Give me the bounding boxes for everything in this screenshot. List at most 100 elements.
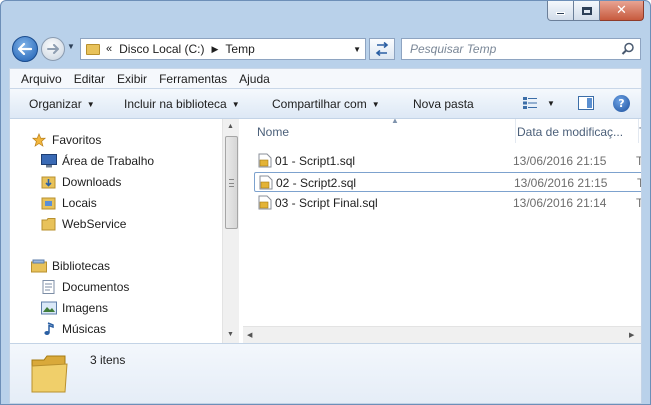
places-folder-icon — [41, 197, 56, 210]
share-with-button[interactable]: Compartilhar com ▼ — [272, 97, 380, 111]
view-dropdown-icon[interactable]: ▼ — [547, 99, 555, 108]
arrow-right-icon — [47, 44, 59, 54]
music-icon — [44, 322, 54, 335]
arrow-left-icon — [18, 43, 32, 55]
file-row-selected[interactable]: 02 - Script2.sql 13/06/2016 21:15 T — [254, 172, 641, 192]
refresh-button[interactable] — [369, 38, 395, 60]
address-bar[interactable]: « Disco Local (C:) ▶ Temp ▼ — [80, 38, 366, 60]
file-row[interactable]: 01 - Script1.sql 13/06/2016 21:15 T — [254, 151, 641, 171]
refresh-icon — [375, 42, 389, 56]
scroll-down-icon[interactable]: ▼ — [227, 331, 234, 338]
sidebar-item-label: Área de Trabalho — [62, 154, 155, 168]
new-folder-label: Nova pasta — [413, 97, 474, 111]
file-name: 01 - Script1.sql — [275, 154, 356, 168]
menu-ferramentas[interactable]: Ferramentas — [153, 72, 233, 86]
recent-pages-dropdown-icon[interactable]: ▼ — [67, 42, 75, 51]
sidebar-item-label: Músicas — [62, 322, 107, 336]
menu-bar: Arquivo Editar Exibir Ferramentas Ajuda — [9, 68, 642, 89]
folder-icon — [41, 218, 56, 231]
file-list-horizontal-scrollbar[interactable]: ◀ ▶ — [243, 326, 641, 343]
scroll-right-icon[interactable]: ▶ — [629, 331, 634, 339]
sidebar-libraries-label: Bibliotecas — [52, 259, 111, 273]
file-date: 13/06/2016 21:15 — [514, 176, 608, 190]
sidebar-libraries[interactable]: Bibliotecas — [31, 256, 110, 276]
navigation-scrollbar[interactable]: ▲ ▼ — [222, 119, 239, 343]
minimize-icon — [556, 12, 565, 15]
sort-ascending-icon: ▲ — [391, 119, 399, 125]
maximize-button[interactable] — [574, 1, 600, 21]
search-box[interactable] — [401, 38, 641, 60]
breadcrumb-separator-icon[interactable]: ▶ — [211, 44, 218, 55]
sidebar-item-imagens[interactable]: Imagens — [41, 298, 108, 318]
caption-buttons: ✕ — [547, 1, 644, 21]
navigation-pane: Favoritos Área de Trabalho Downloads Loc… — [10, 119, 222, 343]
include-label: Incluir na biblioteca — [124, 97, 227, 111]
sidebar-favorites[interactable]: Favoritos — [31, 130, 101, 150]
explorer-window: ✕ ▼ « Disco Local (C:) ▶ Temp ▼ Pesquisa… — [0, 0, 651, 405]
menu-exibir[interactable]: Exibir — [111, 72, 153, 86]
libraries-icon — [31, 259, 47, 273]
forward-button[interactable] — [41, 37, 65, 61]
search-icon[interactable] — [621, 42, 635, 56]
scrollbar-thumb[interactable] — [225, 136, 238, 229]
file-name: 03 - Script Final.sql — [275, 196, 378, 210]
sql-file-icon — [259, 175, 273, 190]
view-options-icon[interactable] — [523, 97, 537, 109]
file-type: T — [636, 196, 641, 210]
include-in-library-button[interactable]: Incluir na biblioteca ▼ — [124, 97, 240, 111]
grip-icon — [229, 179, 234, 187]
file-row[interactable]: 03 - Script Final.sql 13/06/2016 21:14 T — [254, 193, 641, 213]
help-icon[interactable]: ? — [613, 95, 630, 112]
star-icon — [31, 133, 47, 147]
sidebar-favorites-label: Favoritos — [52, 133, 102, 147]
item-count: 3 itens — [90, 353, 126, 367]
column-header-name[interactable]: ▲ Nome — [257, 119, 515, 143]
back-button[interactable] — [12, 36, 38, 62]
menu-editar[interactable]: Editar — [68, 72, 111, 86]
file-date: 13/06/2016 21:14 — [513, 196, 607, 210]
address-dropdown-icon[interactable]: ▼ — [353, 45, 361, 54]
sidebar-item-documentos[interactable]: Documentos — [41, 277, 129, 297]
sql-file-icon — [258, 153, 272, 168]
maximize-icon — [581, 6, 592, 15]
breadcrumb-overflow[interactable]: « — [106, 43, 112, 55]
menu-ajuda[interactable]: Ajuda — [233, 72, 276, 86]
breadcrumb-disk[interactable]: Disco Local (C:) — [119, 42, 204, 56]
sidebar-item-label: WebService — [62, 217, 127, 231]
sidebar-item-musicas[interactable]: Músicas — [41, 319, 106, 339]
pictures-icon — [41, 301, 57, 315]
search-input[interactable] — [410, 42, 610, 56]
new-folder-button[interactable]: Nova pasta — [413, 97, 474, 111]
sidebar-item-label: Imagens — [62, 301, 109, 315]
details-pane: 3 itens — [9, 343, 642, 404]
minimize-button[interactable] — [547, 1, 574, 21]
close-button[interactable]: ✕ — [600, 1, 644, 21]
file-name: 02 - Script2.sql — [276, 176, 357, 190]
sidebar-item-downloads[interactable]: Downloads — [41, 172, 121, 192]
scroll-left-icon[interactable]: ◀ — [247, 331, 252, 339]
column-type-label: T — [639, 125, 641, 139]
preview-pane-icon[interactable] — [578, 96, 594, 110]
sidebar-item-desktop[interactable]: Área de Trabalho — [41, 151, 154, 171]
folder-icon — [31, 355, 68, 393]
menu-arquivo[interactable]: Arquivo — [10, 72, 68, 86]
chevron-down-icon: ▼ — [86, 100, 95, 109]
documents-icon — [42, 280, 55, 294]
folder-icon — [86, 43, 100, 55]
sidebar-item-label: Locais — [62, 196, 97, 210]
scroll-up-icon[interactable]: ▲ — [227, 123, 234, 130]
column-header-date[interactable]: Data de modificaç... — [517, 119, 638, 143]
share-label: Compartilhar com — [272, 97, 367, 111]
sidebar-item-locais[interactable]: Locais — [41, 193, 97, 213]
column-separator[interactable] — [515, 119, 516, 143]
desktop-icon — [41, 154, 57, 168]
sidebar-item-webservice[interactable]: WebService — [41, 214, 126, 234]
organize-button[interactable]: Organizar ▼ — [29, 97, 95, 111]
column-header-type[interactable]: T — [639, 119, 641, 143]
sql-file-icon — [258, 195, 272, 210]
chevron-down-icon: ▼ — [371, 100, 380, 109]
chevron-down-icon: ▼ — [231, 100, 240, 109]
breadcrumb-temp[interactable]: Temp — [225, 42, 254, 56]
main-area: Favoritos Área de Trabalho Downloads Loc… — [9, 119, 642, 343]
downloads-folder-icon — [41, 176, 56, 189]
